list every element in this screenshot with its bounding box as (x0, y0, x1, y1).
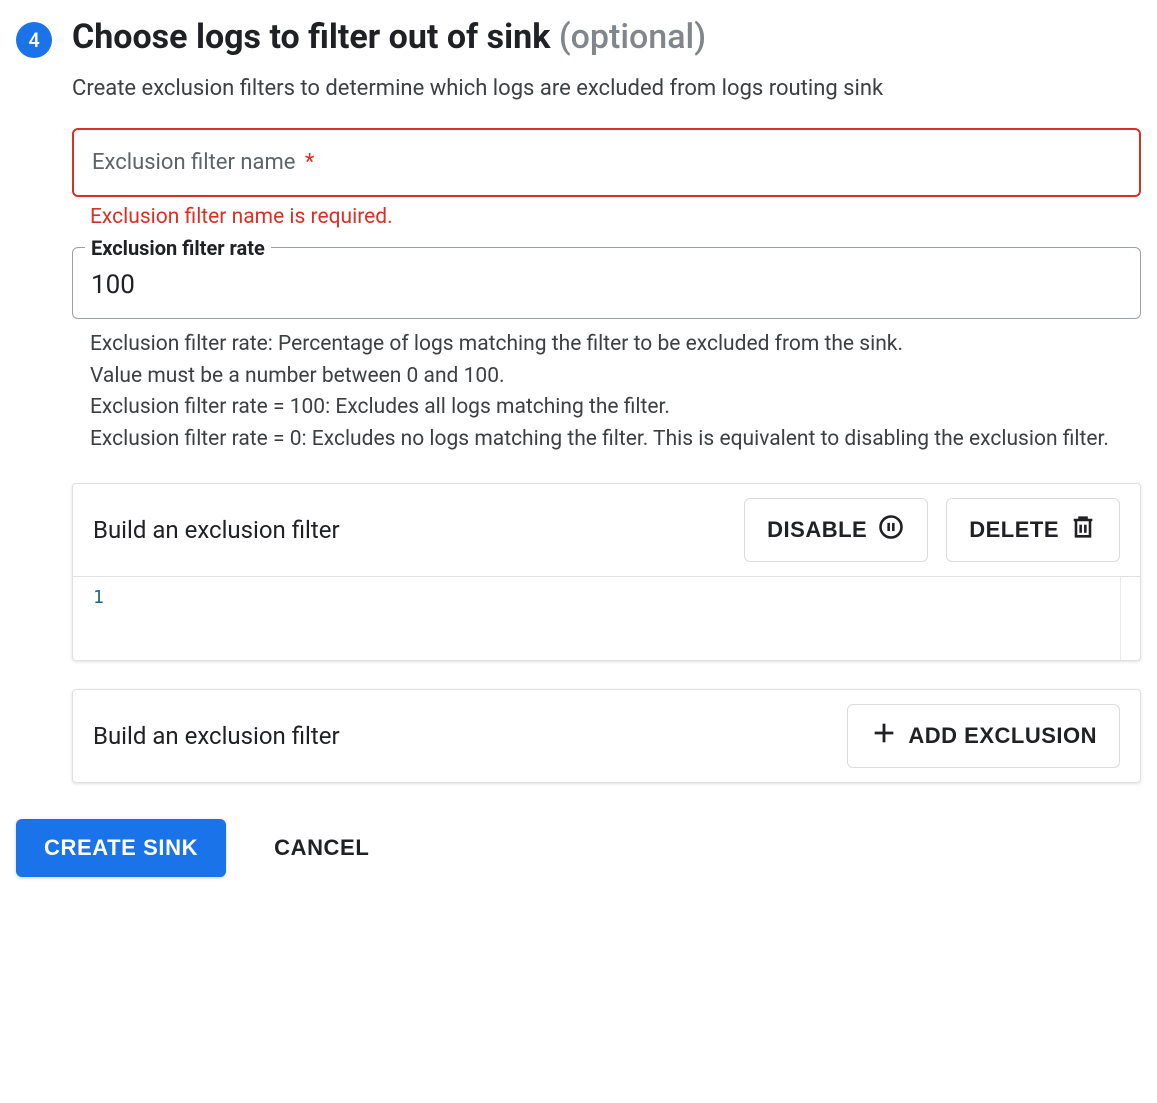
exclusion-filter-rate-label: Exclusion filter rate (85, 236, 271, 260)
editor-line-number: 1 (73, 577, 121, 660)
required-asterisk: * (305, 150, 314, 175)
add-exclusion-button[interactable]: ADD EXCLUSION (847, 704, 1120, 768)
pause-icon (877, 513, 905, 547)
exclusion-filter-name-error: Exclusion filter name is required. (90, 205, 1141, 229)
step-optional-tag: (optional) (559, 17, 706, 57)
editor-scrollbar[interactable] (1120, 577, 1140, 660)
build-filter-title: Build an exclusion filter (93, 516, 340, 544)
delete-button-label: DELETE (969, 517, 1059, 543)
step-number-badge: 4 (16, 22, 52, 58)
add-exclusion-card: Build an exclusion filter ADD EXCLUSION (72, 689, 1141, 783)
cancel-button[interactable]: CANCEL (266, 819, 377, 877)
trash-icon (1069, 513, 1097, 547)
add-exclusion-label: ADD EXCLUSION (908, 723, 1097, 749)
exclusion-filter-rate-input[interactable]: Exclusion filter rate 100 (72, 247, 1141, 319)
step-title: Choose logs to filter out of sink (optio… (72, 16, 1141, 59)
step-title-text: Choose logs to filter out of sink (72, 17, 550, 57)
filter-editor[interactable]: 1 (73, 576, 1140, 660)
exclusion-filter-name-input[interactable]: Exclusion filter name * (72, 128, 1141, 197)
exclusion-filter-rate-value: 100 (91, 270, 1122, 300)
disable-button[interactable]: DISABLE (744, 498, 928, 562)
add-exclusion-title: Build an exclusion filter (93, 722, 340, 750)
editor-code-area[interactable] (121, 577, 1120, 660)
exclusion-filter-rate-help: Exclusion filter rate: Percentage of log… (90, 329, 1141, 455)
delete-button[interactable]: DELETE (946, 498, 1120, 562)
exclusion-filter-card: Build an exclusion filter DISABLE (72, 483, 1141, 661)
disable-button-label: DISABLE (767, 517, 867, 543)
step-description: Create exclusion filters to determine wh… (72, 73, 1141, 105)
exclusion-filter-name-label: Exclusion filter name (92, 150, 295, 175)
plus-icon (870, 719, 898, 753)
create-sink-button[interactable]: CREATE SINK (16, 819, 226, 877)
